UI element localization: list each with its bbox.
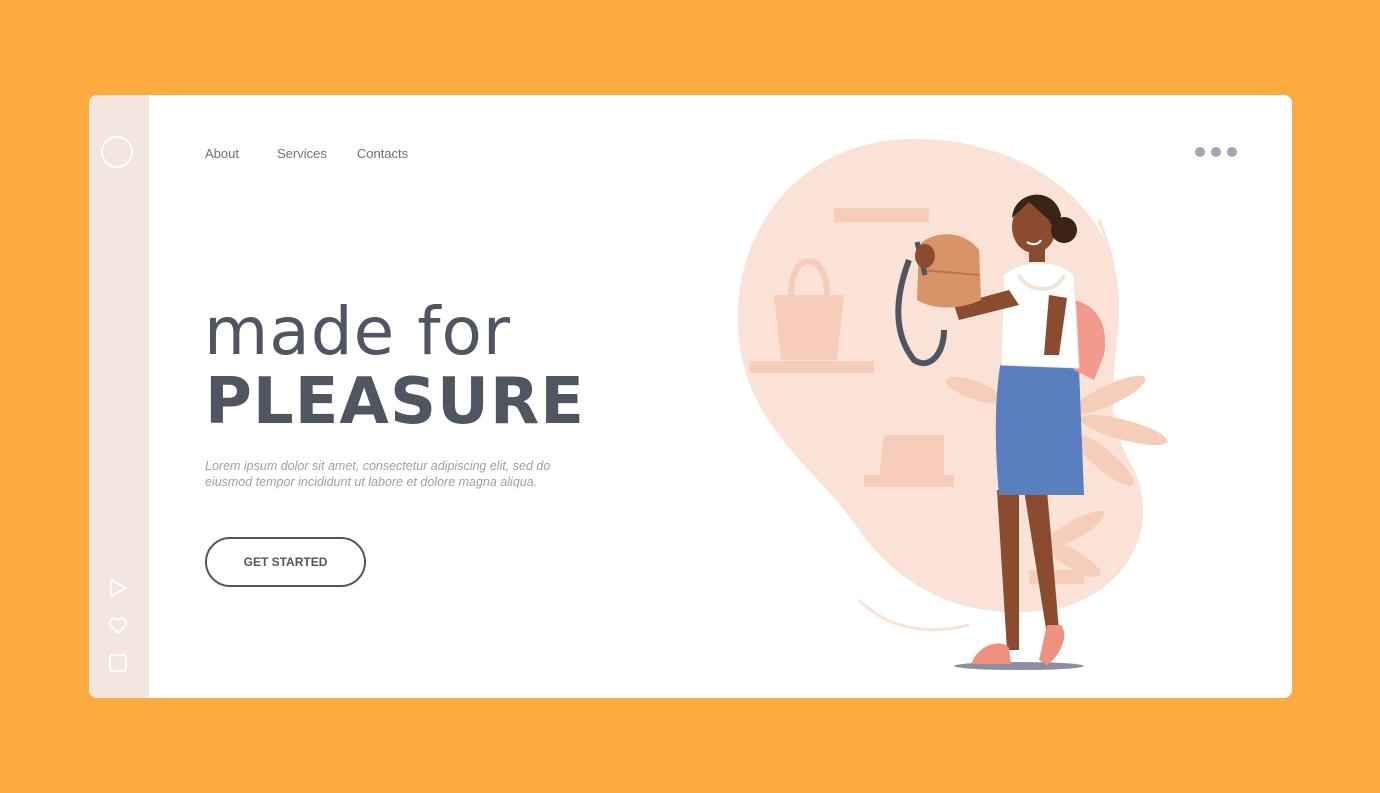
nav-services[interactable]: Services [277, 146, 327, 161]
heart-icon[interactable] [107, 615, 129, 637]
landing-card: About Services Contacts made for PLEASUR… [89, 95, 1292, 698]
play-icon[interactable] [107, 577, 129, 599]
shopping-woman-illustration [737, 138, 1168, 670]
hero-description: Lorem ipsum dolor sit amet, consectetur … [205, 459, 551, 489]
rail-circle-icon[interactable] [101, 136, 133, 168]
nav-about[interactable]: About [205, 146, 239, 161]
headline-line-2: PLEASURE [205, 365, 585, 439]
top-nav: About Services Contacts [205, 146, 408, 161]
more-menu-icon[interactable] [1195, 147, 1237, 157]
nav-contacts[interactable]: Contacts [357, 146, 408, 161]
square-icon[interactable] [107, 652, 129, 674]
headline-line-1: made for [204, 293, 511, 370]
sidebar-rail [89, 95, 149, 698]
get-started-button[interactable]: GET STARTED [205, 537, 366, 587]
